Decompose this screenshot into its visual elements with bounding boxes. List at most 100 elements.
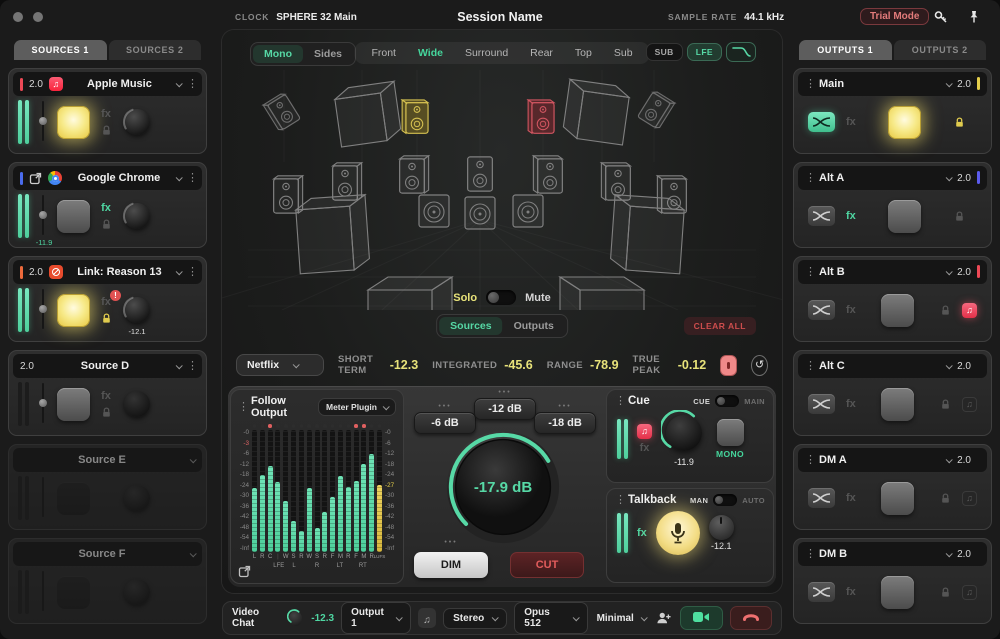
kebab-menu-icon[interactable] (187, 361, 195, 371)
source-enable-button[interactable] (57, 388, 90, 421)
output-name[interactable]: DM B (819, 548, 940, 560)
fx-label[interactable]: fx (846, 492, 856, 504)
chevron-down-icon[interactable] (946, 80, 953, 87)
source-gain-knob[interactable] (122, 201, 152, 231)
codec-dropdown[interactable]: Opus 512 (514, 602, 587, 634)
layout-dropdown[interactable]: Minimal (595, 609, 648, 628)
layer-wide[interactable]: Wide (407, 46, 454, 60)
lock-icon[interactable] (940, 493, 951, 504)
crossover-eq-icon[interactable] (808, 488, 835, 508)
kebab-menu-icon[interactable] (805, 79, 813, 89)
fx-label[interactable]: fx (846, 398, 856, 410)
fader[interactable] (37, 381, 49, 427)
chevron-down-icon[interactable] (946, 268, 953, 275)
chevron-down-icon[interactable] (946, 362, 953, 369)
music-route-icon[interactable] (962, 303, 977, 318)
clear-all-button[interactable]: CLEAR ALL (684, 317, 756, 335)
channels-dropdown[interactable]: Stereo (443, 608, 507, 629)
output-enable-button[interactable] (888, 200, 921, 233)
pin-icon[interactable] (966, 9, 982, 25)
fx-label[interactable]: fx (101, 108, 111, 120)
source-gain-knob[interactable] (122, 107, 152, 137)
chevron-down-icon[interactable] (946, 550, 953, 557)
kebab-menu-icon[interactable] (238, 402, 246, 412)
tab-outputs-2[interactable]: OUTPUTS 2 (894, 40, 987, 60)
lock-icon[interactable] (940, 399, 951, 410)
menu-dots-icon[interactable]: ••• (474, 389, 536, 398)
fx-label[interactable]: fx (846, 586, 856, 598)
dim-button[interactable]: DIM (414, 552, 488, 578)
fx-label[interactable]: fx (637, 527, 647, 539)
output-name[interactable]: Main (819, 78, 940, 90)
select-sources[interactable]: Sources (439, 317, 502, 335)
fx-label[interactable]: fx (101, 390, 111, 402)
video-chat-knob[interactable] (287, 609, 304, 628)
source-name[interactable]: Source F (20, 548, 184, 560)
hang-up-button[interactable] (730, 606, 772, 630)
sub-button[interactable]: SUB (646, 43, 683, 61)
speaker-room[interactable] (222, 70, 782, 310)
cue-music-icon[interactable] (637, 424, 652, 439)
kebab-menu-icon[interactable] (805, 361, 813, 371)
kebab-menu-icon[interactable] (805, 455, 813, 465)
cut-button[interactable]: CUT (510, 552, 584, 578)
trial-mode-badge[interactable]: Trial Mode (860, 8, 929, 25)
source-gain-knob[interactable]: -12.1 (122, 295, 152, 325)
chevron-down-icon[interactable] (190, 456, 197, 463)
crossover-eq-icon[interactable] (808, 300, 835, 320)
source-name[interactable]: Source D (40, 360, 170, 372)
fx-label[interactable]: fx (101, 202, 111, 214)
lock-icon[interactable] (101, 125, 112, 136)
loudness-preset-dropdown[interactable]: Netflix (236, 354, 324, 376)
chevron-down-icon[interactable] (176, 174, 183, 181)
output-enable-button[interactable] (881, 482, 914, 515)
lock-icon[interactable] (940, 587, 951, 598)
crossover-eq-icon[interactable] (808, 112, 835, 132)
source-name[interactable]: Apple Music (69, 78, 170, 90)
kebab-menu-icon[interactable] (187, 267, 195, 277)
output-name[interactable]: DM A (819, 454, 940, 466)
menu-dots-icon[interactable]: ••• (534, 403, 596, 412)
source-gain-knob[interactable] (122, 577, 152, 607)
source-name[interactable]: Source E (20, 454, 184, 466)
source-enable-button[interactable] (57, 576, 90, 609)
crossover-eq-icon[interactable] (808, 206, 835, 226)
sides-option[interactable]: Sides (303, 45, 353, 63)
cue-main-toggle[interactable] (715, 395, 739, 407)
add-person-icon[interactable] (655, 608, 673, 628)
music-route-icon[interactable] (962, 585, 977, 600)
kebab-menu-icon[interactable] (187, 173, 195, 183)
source-gain-knob[interactable] (122, 389, 152, 419)
select-outputs[interactable]: Outputs (503, 317, 565, 335)
license-key-icon[interactable] (933, 9, 949, 25)
fx-label[interactable]: fx (846, 210, 856, 222)
fader[interactable]: -11.9 (37, 193, 49, 239)
lock-icon[interactable] (101, 313, 112, 324)
solo-mute-toggle[interactable] (486, 290, 516, 305)
source-enable-button[interactable] (57, 200, 90, 233)
source-enable-button[interactable] (57, 106, 90, 139)
tab-sources-2[interactable]: SOURCES 2 (109, 40, 202, 60)
crossover-eq-icon[interactable] (808, 394, 835, 414)
fx-label[interactable]: fx (640, 442, 650, 454)
output-name[interactable]: Alt A (819, 172, 940, 184)
source-name[interactable]: Link: Reason 13 (69, 266, 170, 278)
record-button[interactable] (720, 355, 737, 376)
lock-icon[interactable] (101, 219, 112, 230)
lock-icon[interactable] (954, 211, 965, 222)
output-enable-button[interactable] (881, 576, 914, 609)
output-name[interactable]: Alt B (819, 266, 940, 278)
fader[interactable] (37, 287, 49, 333)
kebab-menu-icon[interactable] (187, 79, 195, 89)
chevron-down-icon[interactable] (176, 80, 183, 87)
chevron-down-icon[interactable] (946, 456, 953, 463)
tab-sources-1[interactable]: SOURCES 1 (14, 40, 107, 60)
layer-front[interactable]: Front (360, 46, 407, 60)
lowpass-filter-icon[interactable] (726, 42, 756, 62)
fader[interactable] (37, 99, 49, 145)
trim-minus12-button[interactable]: -12 dB (474, 398, 536, 420)
external-link-icon[interactable] (29, 172, 42, 185)
chevron-down-icon[interactable] (176, 362, 183, 369)
fx-label[interactable]: fx (101, 296, 111, 308)
fader[interactable] (37, 569, 49, 615)
